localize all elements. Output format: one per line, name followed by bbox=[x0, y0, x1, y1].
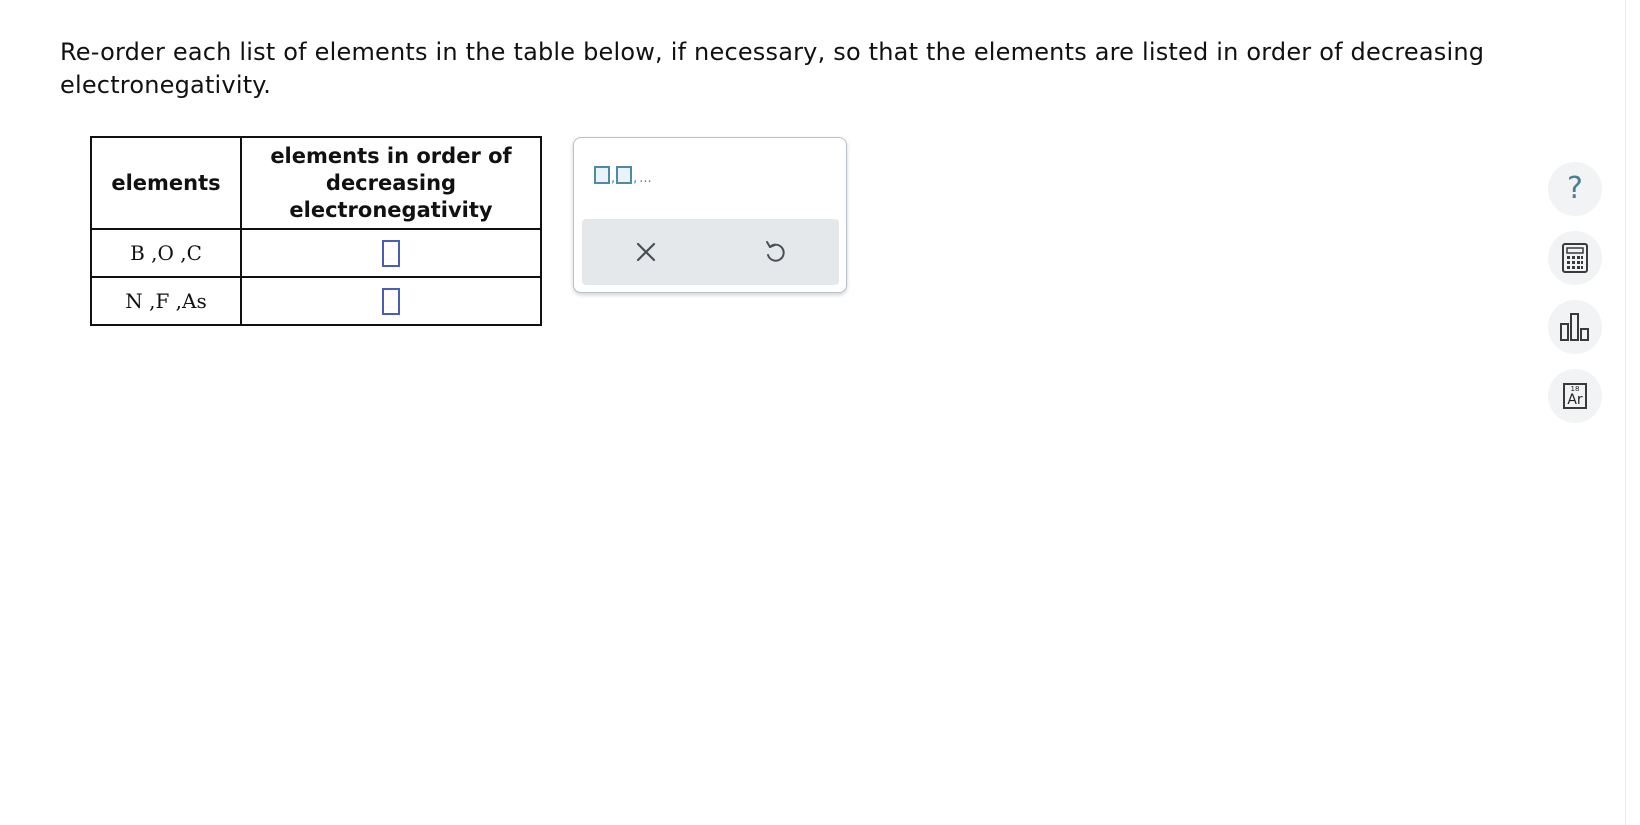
header-elements: elements bbox=[90, 136, 242, 230]
bar-chart-icon bbox=[1560, 313, 1589, 341]
input-palette: , , ... bbox=[573, 137, 847, 293]
scrollbar[interactable] bbox=[1625, 0, 1640, 825]
row-elements: B ,O ,C bbox=[90, 228, 242, 278]
template-box-icon bbox=[616, 166, 633, 184]
calculator-button[interactable] bbox=[1548, 231, 1602, 285]
row-elements: N ,F ,As bbox=[90, 276, 242, 326]
template-separator: , bbox=[611, 171, 616, 186]
undo-button[interactable] bbox=[711, 219, 840, 285]
periodic-table-button[interactable]: 18 Ar bbox=[1548, 369, 1602, 423]
table-header-row: elements elements in order of decreasing… bbox=[90, 136, 542, 230]
template-box-icon bbox=[594, 166, 610, 184]
header-order: elements in order of decreasing electron… bbox=[240, 136, 542, 230]
table-row: B ,O ,C bbox=[90, 228, 542, 278]
tool-sidebar: ? 18 Ar bbox=[1548, 162, 1602, 438]
periodic-table-icon: 18 Ar bbox=[1563, 383, 1587, 409]
x-icon bbox=[637, 242, 656, 262]
answer-table: elements elements in order of decreasing… bbox=[90, 136, 542, 326]
answer-cell bbox=[240, 276, 542, 326]
template-separator: , bbox=[633, 171, 638, 186]
answer-input[interactable] bbox=[382, 239, 400, 267]
clear-button[interactable] bbox=[582, 219, 711, 285]
table-row: N ,F ,As bbox=[90, 276, 542, 326]
periodic-table-symbol: Ar bbox=[1567, 392, 1583, 408]
help-button[interactable]: ? bbox=[1548, 162, 1602, 216]
question-text: Re-order each list of elements in the ta… bbox=[60, 38, 1485, 99]
page: Re-order each list of elements in the ta… bbox=[0, 0, 1640, 825]
calculator-icon bbox=[1562, 243, 1588, 273]
answer-cell bbox=[240, 228, 542, 278]
help-icon: ? bbox=[1567, 171, 1583, 206]
answer-input[interactable] bbox=[382, 287, 400, 315]
palette-actions bbox=[582, 219, 839, 285]
data-button[interactable] bbox=[1548, 300, 1602, 354]
template-ellipsis: ... bbox=[639, 171, 652, 186]
undo-icon bbox=[765, 241, 785, 262]
list-template-button[interactable]: , , ... bbox=[594, 166, 653, 186]
